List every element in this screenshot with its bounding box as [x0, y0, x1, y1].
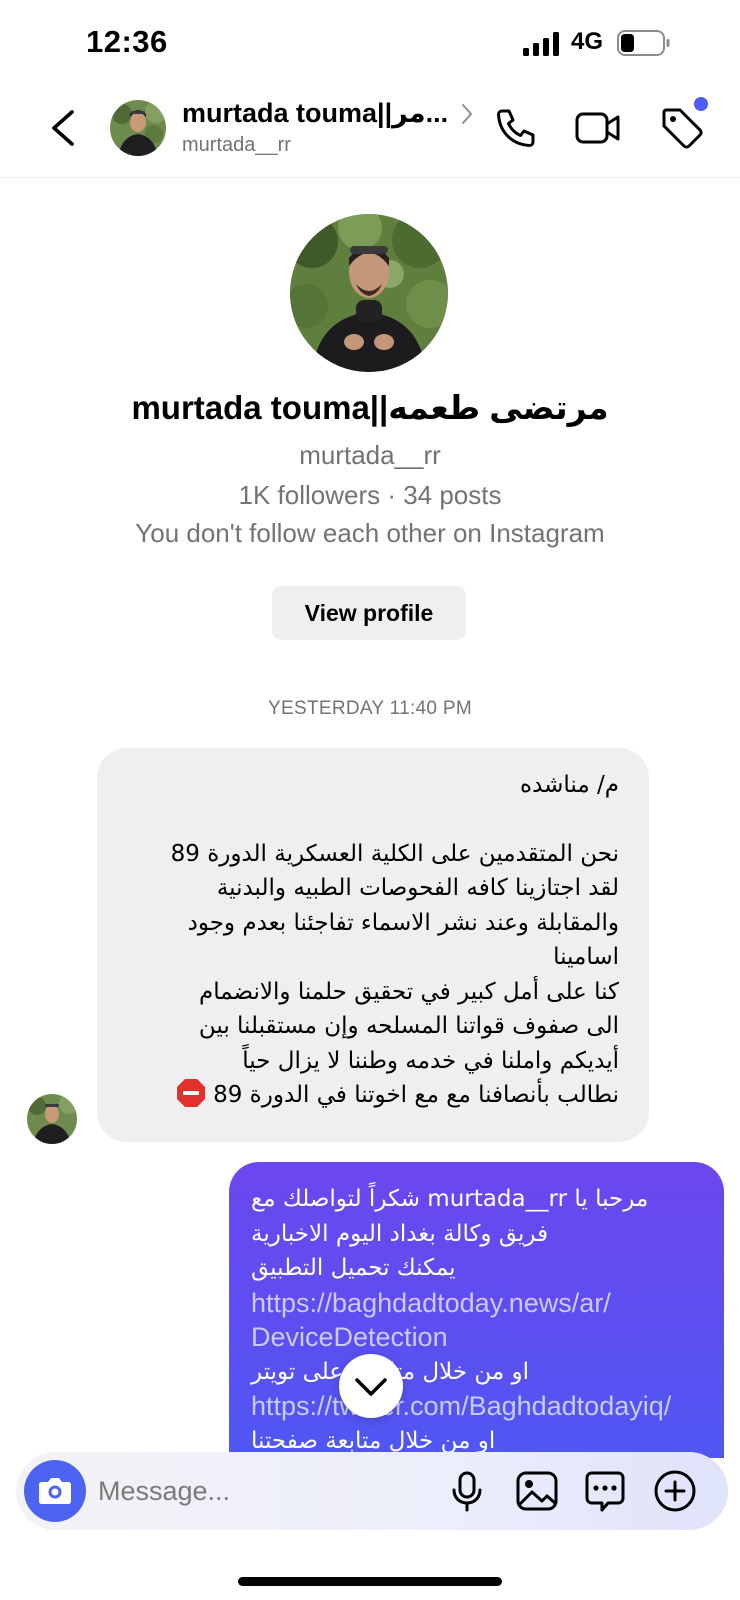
message-composer	[16, 1452, 728, 1530]
image-icon[interactable]	[514, 1468, 560, 1514]
sticker-icon[interactable]	[582, 1468, 628, 1514]
message-line: يمكنك تحميل التطبيق	[251, 1255, 456, 1281]
message-line: اسامينا	[553, 944, 619, 970]
plus-icon[interactable]	[652, 1468, 698, 1514]
message-line: نحن المتقدمين على الكلية العسكرية الدورة…	[170, 840, 619, 867]
video-camera-icon[interactable]	[574, 104, 622, 152]
chat-header: murtada touma||مر... murtada__rr	[0, 86, 740, 178]
message-timestamp: YESTERDAY 11:40 PM	[268, 698, 472, 719]
message-line: الى صفوف قواتنا المسلحه وإن مستقبلنا بين	[198, 1013, 619, 1039]
header-display-name[interactable]: murtada touma||مر...	[182, 98, 448, 129]
battery-icon	[617, 30, 670, 56]
status-time: 12:36	[86, 24, 168, 59]
profile-name: murtada touma||مرتضى طعمه	[131, 389, 609, 426]
notification-dot	[694, 97, 708, 111]
header-avatar[interactable]	[110, 100, 166, 156]
message-input[interactable]	[98, 1471, 418, 1511]
outgoing-message-bubble[interactable]: مرحبا يا murtada__rr شكراً لتواصلك مع فر…	[229, 1162, 724, 1458]
profile-username: murtada__rr	[299, 440, 441, 470]
tag-icon[interactable]	[658, 104, 706, 152]
profile-avatar[interactable]	[290, 214, 448, 372]
status-bar: 12:36 4G	[0, 0, 740, 86]
app-download-link[interactable]: https://baghdadtoday.news/ar/	[251, 1286, 708, 1321]
home-indicator[interactable]	[238, 1577, 502, 1586]
header-username[interactable]: murtada__rr	[182, 134, 291, 157]
incoming-message-bubble[interactable]: م/ مناشده نحن المتقدمين على الكلية العسك…	[97, 748, 649, 1142]
message-line: م/ مناشده	[520, 772, 619, 798]
network-type: 4G	[571, 28, 604, 55]
phone-icon[interactable]	[492, 104, 540, 152]
message-line: فريق وكالة بغداد اليوم الاخبارية	[251, 1220, 549, 1247]
view-profile-button[interactable]: View profile	[272, 586, 466, 640]
message-line: والمقابلة وعند نشر الاسماء تفاجئنا بعدم …	[187, 909, 619, 936]
message-line: أيديكم واملنا في خدمه وطننا لا يزال حياً	[242, 1047, 619, 1074]
message-line: مرحبا يا murtada__rr شكراً لتواصلك مع	[251, 1186, 649, 1212]
message-last-line: نطالب بأنصافنا مع مع اخوتنا في الدورة 89	[119, 1078, 619, 1113]
twitter-link[interactable]: https://twitter.com/Baghdadtodayiq/	[251, 1389, 708, 1424]
back-icon[interactable]	[44, 104, 84, 152]
chevron-right-icon[interactable]	[460, 102, 474, 126]
app-download-link-continued[interactable]: DeviceDetection	[251, 1320, 708, 1355]
message-line-text: نطالب بأنصافنا مع مع اخوتنا في الدورة 89	[213, 1082, 619, 1108]
camera-icon	[39, 1478, 71, 1504]
message-line: او من خلال متابعتنا على تويتر	[251, 1358, 530, 1385]
scroll-to-bottom-button[interactable]	[339, 1354, 403, 1418]
microphone-icon[interactable]	[444, 1468, 490, 1514]
message-line: كنا على أمل كبير في تحقيق حلمنا والانضما…	[199, 978, 619, 1005]
message-spacer	[119, 803, 619, 837]
stop-sign-icon	[176, 1079, 205, 1107]
message-line: لقد اجتازينا كافه الفحوصات الطبيه والبدن…	[216, 875, 619, 901]
follow-relation-text: You don't follow each other on Instagram	[135, 518, 605, 548]
camera-button[interactable]	[24, 1460, 86, 1522]
profile-stats: 1K followers · 34 posts	[238, 480, 502, 510]
chevron-down-icon	[355, 1378, 387, 1396]
sender-avatar[interactable]	[27, 1094, 77, 1144]
cellular-signal-icon	[523, 32, 559, 56]
